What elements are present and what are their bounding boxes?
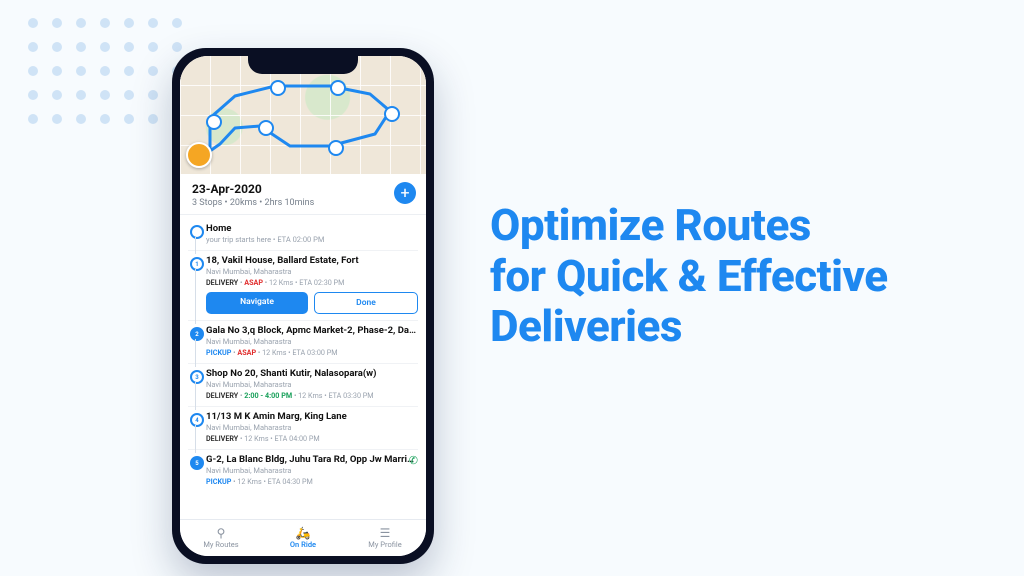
stop-actions: Navigate Done bbox=[206, 292, 418, 314]
routes-icon: ⚲ bbox=[217, 527, 226, 539]
stop-title: 18, Vakil House, Ballard Estate, Fort bbox=[206, 255, 418, 266]
stop-item[interactable]: 5 G-2, La Blanc Bldg, Juhu Tara Rd, Opp … bbox=[188, 450, 418, 492]
stop-marker-icon: 2 bbox=[190, 327, 204, 341]
tab-label: My Routes bbox=[203, 540, 238, 549]
route-date: 23-Apr-2020 bbox=[192, 182, 414, 196]
stop-subtitle: Navi Mumbai, Maharastra bbox=[206, 267, 418, 276]
profile-icon: ☰ bbox=[380, 527, 391, 539]
stop-title: Home bbox=[206, 223, 418, 234]
stop-title: 11/13 M K Amin Marg, King Lane bbox=[206, 411, 418, 422]
stop-detail: DELIVERY • ASAP • 12 Kms • ETA 02:30 PM bbox=[206, 278, 418, 287]
done-button[interactable]: Done bbox=[314, 292, 418, 314]
phone-notch bbox=[248, 56, 358, 74]
ride-icon: 🛵 bbox=[296, 527, 311, 539]
stop-detail: DELIVERY • 2:00 - 4:00 PM • 12 Kms • ETA… bbox=[206, 391, 418, 400]
route-meta: 3 Stops • 20kms • 2hrs 10mins bbox=[192, 198, 414, 208]
bottom-nav: ⚲ My Routes 🛵 On Ride ☰ My Profile bbox=[180, 519, 426, 556]
stop-title: G-2, La Blanc Bldg, Juhu Tara Rd, Opp Jw… bbox=[206, 454, 418, 465]
tab-on-ride[interactable]: 🛵 On Ride bbox=[262, 520, 344, 556]
stop-subtitle: Navi Mumbai, Maharastra bbox=[206, 380, 418, 389]
tab-label: My Profile bbox=[368, 540, 401, 549]
stop-home[interactable]: Home your trip starts here • ETA 02:00 P… bbox=[188, 219, 418, 251]
stop-subtitle: your trip starts here • ETA 02:00 PM bbox=[206, 235, 418, 244]
stop-title: Shop No 20, Shanti Kutir, Nalasopara(w) bbox=[206, 368, 418, 379]
phone-device-frame: 23-Apr-2020 3 Stops • 20kms • 2hrs 10min… bbox=[172, 48, 434, 564]
tab-my-profile[interactable]: ☰ My Profile bbox=[344, 520, 426, 556]
stop-item[interactable]: 1 18, Vakil House, Ballard Estate, Fort … bbox=[188, 251, 418, 321]
app-screen: 23-Apr-2020 3 Stops • 20kms • 2hrs 10min… bbox=[180, 56, 426, 556]
marketing-headline: Optimize Routes for Quick & Effective De… bbox=[490, 200, 888, 352]
start-trip-icon[interactable] bbox=[186, 142, 212, 168]
stop-detail: PICKUP • ASAP • 12 Kms • ETA 03:00 PM bbox=[206, 348, 418, 357]
navigate-button[interactable]: Navigate bbox=[206, 292, 308, 314]
stop-item[interactable]: 2 Gala No 3,q Block, Apmc Market-2, Phas… bbox=[188, 321, 418, 364]
phone-icon[interactable]: ✆ bbox=[409, 454, 418, 467]
headline-line-3: Deliveries bbox=[490, 301, 888, 352]
stop-detail: DELIVERY • 12 Kms • ETA 04:00 PM bbox=[206, 434, 418, 443]
stop-title: Gala No 3,q Block, Apmc Market-2, Phase-… bbox=[206, 325, 418, 336]
stop-item[interactable]: 3 Shop No 20, Shanti Kutir, Nalasopara(w… bbox=[188, 364, 418, 407]
stop-marker-icon: 3 bbox=[190, 370, 204, 384]
map-pin[interactable] bbox=[270, 80, 286, 96]
plus-icon: + bbox=[400, 185, 409, 201]
map-pin[interactable] bbox=[206, 114, 222, 130]
stops-list[interactable]: Home your trip starts here • ETA 02:00 P… bbox=[180, 215, 426, 519]
stop-item[interactable]: 4 11/13 M K Amin Marg, King Lane Navi Mu… bbox=[188, 407, 418, 450]
stop-subtitle: Navi Mumbai, Maharastra bbox=[206, 423, 418, 432]
stop-marker-icon: 5 bbox=[190, 456, 204, 470]
stop-marker-icon: 4 bbox=[190, 413, 204, 427]
stop-detail: PICKUP • 12 Kms • ETA 04:30 PM bbox=[206, 477, 418, 486]
headline-line-1: Optimize Routes bbox=[490, 200, 888, 251]
stop-subtitle: Navi Mumbai, Maharastra bbox=[206, 466, 418, 475]
stop-marker-icon: 1 bbox=[190, 257, 204, 271]
map-pin[interactable] bbox=[330, 80, 346, 96]
route-summary: 23-Apr-2020 3 Stops • 20kms • 2hrs 10min… bbox=[180, 174, 426, 215]
tab-label: On Ride bbox=[290, 540, 316, 549]
headline-line-2: for Quick & Effective bbox=[490, 251, 888, 302]
tab-my-routes[interactable]: ⚲ My Routes bbox=[180, 520, 262, 556]
map-pin[interactable] bbox=[258, 120, 274, 136]
map-pin[interactable] bbox=[384, 106, 400, 122]
decorative-dot-grid bbox=[28, 18, 186, 128]
add-stop-button[interactable]: + bbox=[394, 182, 416, 204]
stop-marker-icon bbox=[190, 225, 204, 239]
map-pin[interactable] bbox=[328, 140, 344, 156]
stop-subtitle: Navi Mumbai, Maharastra bbox=[206, 337, 418, 346]
